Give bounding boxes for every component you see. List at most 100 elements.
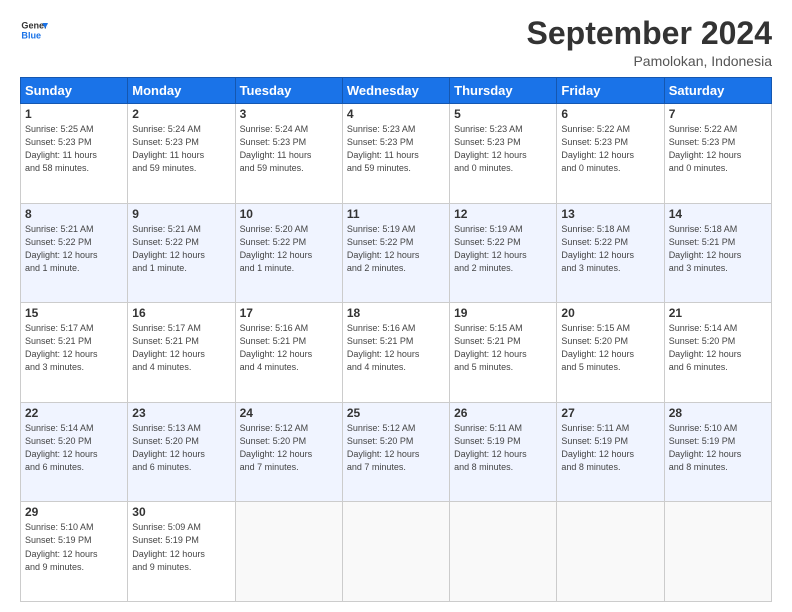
day-number: 17 xyxy=(240,306,338,320)
calendar-cell: 7 Sunrise: 5:22 AMSunset: 5:23 PMDaylight… xyxy=(664,104,771,204)
day-number: 9 xyxy=(132,207,230,221)
day-info: Sunrise: 5:22 AMSunset: 5:23 PMDaylight:… xyxy=(669,123,767,175)
day-info: Sunrise: 5:21 AMSunset: 5:22 PMDaylight:… xyxy=(132,223,230,275)
day-info: Sunrise: 5:23 AMSunset: 5:23 PMDaylight:… xyxy=(454,123,552,175)
day-number: 23 xyxy=(132,406,230,420)
calendar-header-row: SundayMondayTuesdayWednesdayThursdayFrid… xyxy=(21,78,772,104)
day-info: Sunrise: 5:21 AMSunset: 5:22 PMDaylight:… xyxy=(25,223,123,275)
day-info: Sunrise: 5:15 AMSunset: 5:20 PMDaylight:… xyxy=(561,322,659,374)
calendar-cell: 8 Sunrise: 5:21 AMSunset: 5:22 PMDaylight… xyxy=(21,203,128,303)
day-number: 30 xyxy=(132,505,230,519)
calendar-cell xyxy=(342,502,449,602)
day-number: 10 xyxy=(240,207,338,221)
day-number: 20 xyxy=(561,306,659,320)
day-number: 26 xyxy=(454,406,552,420)
calendar-cell: 18 Sunrise: 5:16 AMSunset: 5:21 PMDayligh… xyxy=(342,303,449,403)
calendar-cell: 12Sunrise: 5:19 AMSunset: 5:22 PMDayligh… xyxy=(450,203,557,303)
day-number: 27 xyxy=(561,406,659,420)
day-info: Sunrise: 5:23 AMSunset: 5:23 PMDaylight:… xyxy=(347,123,445,175)
calendar-cell: 6 Sunrise: 5:22 AMSunset: 5:23 PMDaylight… xyxy=(557,104,664,204)
day-number: 11 xyxy=(347,207,445,221)
calendar-cell: 19 Sunrise: 5:15 AMSunset: 5:21 PMDayligh… xyxy=(450,303,557,403)
col-header-wednesday: Wednesday xyxy=(342,78,449,104)
calendar-cell: 16 Sunrise: 5:17 AMSunset: 5:21 PMDayligh… xyxy=(128,303,235,403)
calendar-cell: 24 Sunrise: 5:12 AMSunset: 5:20 PMDayligh… xyxy=(235,402,342,502)
day-info: Sunrise: 5:14 AMSunset: 5:20 PMDaylight:… xyxy=(25,422,123,474)
page: General Blue September 2024 Pamolokan, I… xyxy=(0,0,792,612)
subtitle: Pamolokan, Indonesia xyxy=(527,53,772,69)
day-number: 1 xyxy=(25,107,123,121)
calendar-table: SundayMondayTuesdayWednesdayThursdayFrid… xyxy=(20,77,772,602)
calendar-cell: 1 Sunrise: 5:25 AMSunset: 5:23 PMDaylight… xyxy=(21,104,128,204)
day-info: Sunrise: 5:19 AMSunset: 5:22 PMDaylight:… xyxy=(347,223,445,275)
day-info: Sunrise: 5:17 AMSunset: 5:21 PMDaylight:… xyxy=(132,322,230,374)
day-info: Sunrise: 5:16 AMSunset: 5:21 PMDaylight:… xyxy=(347,322,445,374)
logo: General Blue xyxy=(20,16,48,44)
calendar-cell: 21 Sunrise: 5:14 AMSunset: 5:20 PMDayligh… xyxy=(664,303,771,403)
day-info: Sunrise: 5:25 AMSunset: 5:23 PMDaylight:… xyxy=(25,123,123,175)
day-number: 5 xyxy=(454,107,552,121)
month-title: September 2024 xyxy=(527,16,772,51)
day-info: Sunrise: 5:12 AMSunset: 5:20 PMDaylight:… xyxy=(347,422,445,474)
day-number: 24 xyxy=(240,406,338,420)
day-number: 16 xyxy=(132,306,230,320)
col-header-tuesday: Tuesday xyxy=(235,78,342,104)
calendar-cell: 25 Sunrise: 5:12 AMSunset: 5:20 PMDayligh… xyxy=(342,402,449,502)
svg-text:Blue: Blue xyxy=(21,30,41,40)
col-header-monday: Monday xyxy=(128,78,235,104)
day-number: 6 xyxy=(561,107,659,121)
day-info: Sunrise: 5:15 AMSunset: 5:21 PMDaylight:… xyxy=(454,322,552,374)
day-number: 14 xyxy=(669,207,767,221)
calendar-cell: 23Sunrise: 5:13 AMSunset: 5:20 PMDayligh… xyxy=(128,402,235,502)
day-number: 18 xyxy=(347,306,445,320)
day-number: 19 xyxy=(454,306,552,320)
calendar-cell: 27Sunrise: 5:11 AMSunset: 5:19 PMDayligh… xyxy=(557,402,664,502)
day-info: Sunrise: 5:09 AMSunset: 5:19 PMDaylight:… xyxy=(132,521,230,573)
day-info: Sunrise: 5:18 AMSunset: 5:22 PMDaylight:… xyxy=(561,223,659,275)
day-number: 21 xyxy=(669,306,767,320)
calendar-cell: 28 Sunrise: 5:10 AMSunset: 5:19 PMDayligh… xyxy=(664,402,771,502)
day-number: 12 xyxy=(454,207,552,221)
calendar-cell: 4 Sunrise: 5:23 AMSunset: 5:23 PMDaylight… xyxy=(342,104,449,204)
calendar-cell: 29 Sunrise: 5:10 AMSunset: 5:19 PMDayligh… xyxy=(21,502,128,602)
day-number: 4 xyxy=(347,107,445,121)
day-number: 13 xyxy=(561,207,659,221)
day-info: Sunrise: 5:10 AMSunset: 5:19 PMDaylight:… xyxy=(669,422,767,474)
logo-icon: General Blue xyxy=(20,16,48,44)
calendar-cell: 10 Sunrise: 5:20 AMSunset: 5:22 PMDayligh… xyxy=(235,203,342,303)
calendar-cell: 2Sunrise: 5:24 AMSunset: 5:23 PMDaylight… xyxy=(128,104,235,204)
day-number: 29 xyxy=(25,505,123,519)
title-area: September 2024 Pamolokan, Indonesia xyxy=(527,16,772,69)
calendar-cell xyxy=(664,502,771,602)
col-header-thursday: Thursday xyxy=(450,78,557,104)
calendar-cell: 17Sunrise: 5:16 AMSunset: 5:21 PMDayligh… xyxy=(235,303,342,403)
day-info: Sunrise: 5:12 AMSunset: 5:20 PMDaylight:… xyxy=(240,422,338,474)
day-info: Sunrise: 5:20 AMSunset: 5:22 PMDaylight:… xyxy=(240,223,338,275)
calendar-row-3: 22Sunrise: 5:14 AMSunset: 5:20 PMDayligh… xyxy=(21,402,772,502)
day-number: 7 xyxy=(669,107,767,121)
day-info: Sunrise: 5:11 AMSunset: 5:19 PMDaylight:… xyxy=(454,422,552,474)
calendar-cell: 9 Sunrise: 5:21 AMSunset: 5:22 PMDaylight… xyxy=(128,203,235,303)
day-number: 25 xyxy=(347,406,445,420)
header: General Blue September 2024 Pamolokan, I… xyxy=(20,16,772,69)
day-info: Sunrise: 5:22 AMSunset: 5:23 PMDaylight:… xyxy=(561,123,659,175)
col-header-friday: Friday xyxy=(557,78,664,104)
calendar-cell: 13 Sunrise: 5:18 AMSunset: 5:22 PMDayligh… xyxy=(557,203,664,303)
calendar-cell: 14Sunrise: 5:18 AMSunset: 5:21 PMDayligh… xyxy=(664,203,771,303)
day-number: 2 xyxy=(132,107,230,121)
calendar-cell: 22Sunrise: 5:14 AMSunset: 5:20 PMDayligh… xyxy=(21,402,128,502)
calendar-row-0: 1 Sunrise: 5:25 AMSunset: 5:23 PMDaylight… xyxy=(21,104,772,204)
day-number: 15 xyxy=(25,306,123,320)
day-info: Sunrise: 5:10 AMSunset: 5:19 PMDaylight:… xyxy=(25,521,123,573)
col-header-sunday: Sunday xyxy=(21,78,128,104)
day-number: 28 xyxy=(669,406,767,420)
col-header-saturday: Saturday xyxy=(664,78,771,104)
day-number: 8 xyxy=(25,207,123,221)
calendar-cell: 3 Sunrise: 5:24 AMSunset: 5:23 PMDaylight… xyxy=(235,104,342,204)
day-info: Sunrise: 5:17 AMSunset: 5:21 PMDaylight:… xyxy=(25,322,123,374)
day-number: 3 xyxy=(240,107,338,121)
calendar-cell: 20 Sunrise: 5:15 AMSunset: 5:20 PMDayligh… xyxy=(557,303,664,403)
calendar-cell xyxy=(557,502,664,602)
day-info: Sunrise: 5:14 AMSunset: 5:20 PMDaylight:… xyxy=(669,322,767,374)
day-info: Sunrise: 5:24 AMSunset: 5:23 PMDaylight:… xyxy=(240,123,338,175)
